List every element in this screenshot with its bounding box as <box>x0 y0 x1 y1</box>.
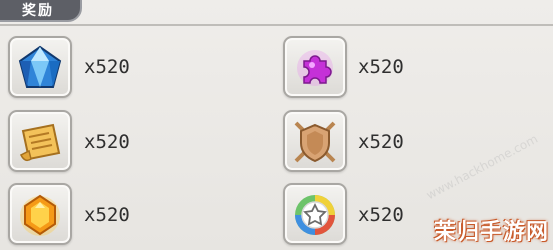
reward-quantity: x520 <box>84 131 130 153</box>
blue-diamond-icon <box>18 45 62 88</box>
reward-quantity: x520 <box>84 204 130 226</box>
reward-title: 奖励 <box>22 3 54 19</box>
reward-slot-badge[interactable] <box>283 183 347 245</box>
reward-quantity: x520 <box>84 56 130 78</box>
reward-quantity: x520 <box>358 131 404 153</box>
reward-quantity: x520 <box>358 204 404 226</box>
rainbow-badge-icon <box>295 195 335 235</box>
reward-header-tab: 奖励 <box>0 0 82 22</box>
shield-swords-icon <box>294 121 336 163</box>
header-divider <box>0 24 553 26</box>
reward-slot-shield[interactable] <box>283 110 347 172</box>
brand-watermark: 茉归手游网 <box>433 220 549 245</box>
scroll-icon <box>19 123 61 162</box>
reward-slot-scroll[interactable] <box>8 110 72 172</box>
reward-slot-puzzle[interactable] <box>283 36 347 98</box>
reward-panel: 奖励 x520 x520 x520 x520 x520 x520 www.hac… <box>0 0 553 250</box>
orange-gem-icon <box>20 194 60 236</box>
purple-puzzle-piece-icon <box>297 50 333 86</box>
reward-slot-diamond[interactable] <box>8 36 72 98</box>
reward-quantity: x520 <box>358 56 404 78</box>
site-watermark: www.hackhome.com <box>423 131 541 203</box>
reward-slot-gem[interactable] <box>8 183 72 245</box>
